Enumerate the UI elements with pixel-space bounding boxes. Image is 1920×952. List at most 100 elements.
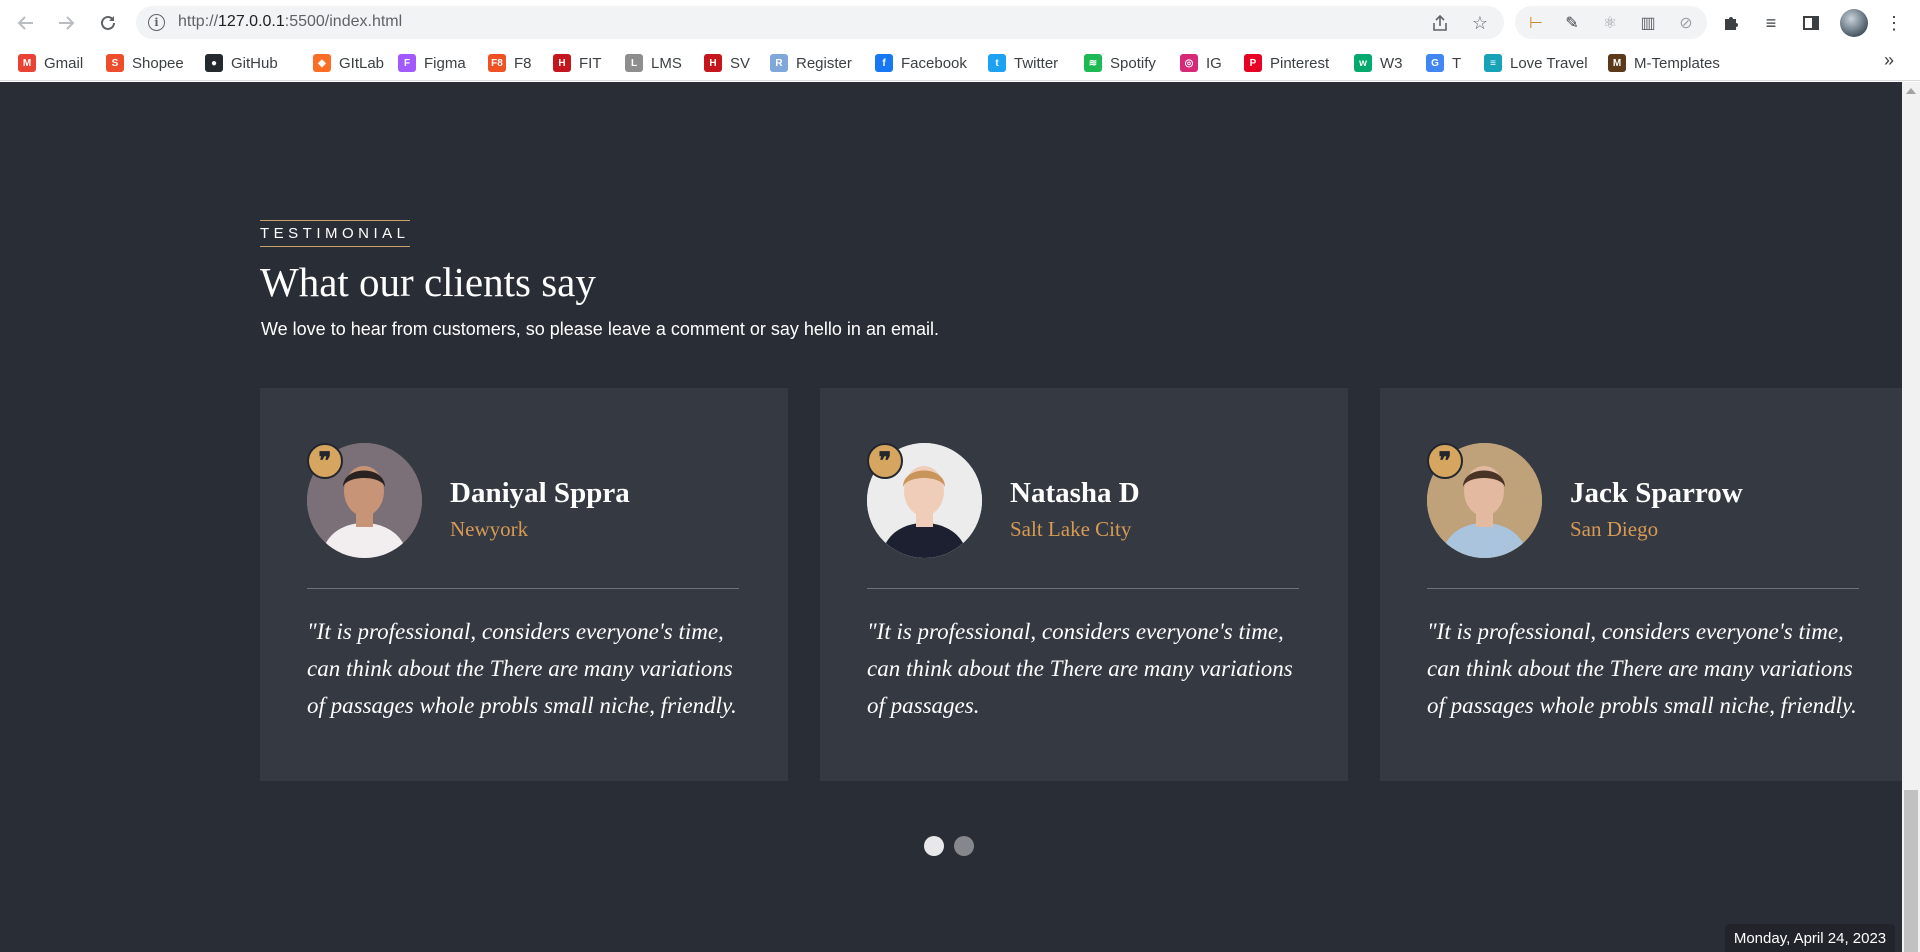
extension-compass-icon[interactable]: ⊘: [1675, 12, 1697, 34]
scrollbar-thumb[interactable]: [1904, 790, 1918, 952]
quote-mark-icon: ❞: [1427, 443, 1463, 479]
spotify-icon: ≋: [1084, 54, 1102, 72]
section-eyebrow: TESTIMONIAL: [260, 220, 410, 247]
register-icon: R: [770, 54, 788, 72]
bookmark-label: T: [1452, 54, 1462, 72]
bookmark-label: Facebook: [901, 54, 967, 72]
scroll-up-arrow-icon[interactable]: [1906, 88, 1916, 94]
bookmark-github[interactable]: ● GitHub: [205, 52, 278, 74]
client-city: Salt Lake City: [1010, 517, 1132, 541]
github-icon: ●: [205, 54, 223, 72]
client-name: Jack Sparrow: [1570, 477, 1743, 509]
figma-icon: F: [398, 54, 416, 72]
extension-json-icon[interactable]: ▥: [1637, 12, 1659, 34]
section-subheading: We love to hear from customers, so pleas…: [261, 319, 939, 339]
bookmark-w3schools[interactable]: w W3: [1354, 52, 1403, 74]
more-bookmarks-chevron-icon[interactable]: »: [1884, 50, 1894, 71]
section-heading: What our clients say: [260, 259, 596, 305]
card-divider: [307, 588, 739, 589]
bookmark-lms[interactable]: L LMS: [625, 52, 682, 74]
bookmark-facebook[interactable]: f Facebook: [875, 52, 967, 74]
testimonial-quote: "It is professional, considers everyone'…: [867, 619, 1293, 718]
bookmark-spotify[interactable]: ≋ Spotify: [1084, 52, 1156, 74]
share-icon[interactable]: [1430, 13, 1450, 33]
extensions-group: ⊢ ✎ ⚛ ▥ ⊘: [1515, 6, 1707, 39]
extension-ruler-icon[interactable]: ⊢: [1525, 12, 1547, 34]
address-bar[interactable]: i http://127.0.0.1:5500/index.html ☆: [136, 6, 1504, 39]
client-city: San Diego: [1570, 517, 1659, 541]
w3schools-icon: w: [1354, 54, 1372, 72]
testimonial-quote: "It is professional, considers everyone'…: [1427, 619, 1857, 718]
sv-icon: H: [704, 54, 722, 72]
translate-icon: G: [1426, 54, 1444, 72]
bookmark-love-travel[interactable]: ≡ Love Travel: [1484, 52, 1588, 74]
back-arrow-icon[interactable]: [12, 9, 40, 37]
bookmark-label: Shopee: [132, 54, 184, 72]
bookmark-gitlab[interactable]: ◆ GItLab: [313, 52, 384, 74]
bookmark-gmail[interactable]: M Gmail: [18, 52, 83, 74]
bookmarks-bar: M Gmail S Shopee ● GitHub ◆ GItLab F Figma F8 F8 H FI…: [0, 45, 1920, 81]
f8-icon: F8: [488, 54, 506, 72]
bookmark-figma[interactable]: F Figma: [398, 52, 466, 74]
bookmark-f8[interactable]: F8 F8: [488, 52, 532, 74]
love-travel-icon: ≡: [1484, 54, 1502, 72]
url-text[interactable]: http://127.0.0.1:5500/index.html: [178, 13, 402, 31]
bookmark-m-templates[interactable]: M M-Templates: [1608, 52, 1720, 74]
bookmark-twitter[interactable]: t Twitter: [988, 52, 1058, 74]
taskbar-date: Monday, April 24, 2023: [1725, 924, 1895, 952]
extensions-puzzle-icon[interactable]: [1719, 11, 1743, 35]
bookmark-label: Spotify: [1110, 54, 1156, 72]
bookmark-label: Register: [796, 54, 852, 72]
bookmark-label: F8: [514, 54, 532, 72]
bookmark-label: SV: [730, 54, 751, 72]
bookmark-fit[interactable]: H FIT: [553, 52, 602, 74]
bookmark-label: GItLab: [339, 54, 385, 72]
bookmark-label: Gmail: [44, 54, 84, 72]
carousel-dot[interactable]: [954, 836, 974, 856]
bookmark-label: FIT: [579, 54, 602, 72]
carousel-dot[interactable]: [924, 836, 944, 856]
bookmark-label: M-Templates: [1634, 54, 1720, 72]
forward-arrow-icon[interactable]: [52, 9, 80, 37]
instagram-icon: ◎: [1180, 54, 1198, 72]
lms-icon: L: [625, 54, 643, 72]
shopee-icon: S: [106, 54, 124, 72]
browser-toolbar: i http://127.0.0.1:5500/index.html ☆ ⊢ ✎…: [0, 0, 1920, 45]
bookmark-label: IG: [1206, 54, 1222, 72]
bookmark-label: Love Travel: [1510, 54, 1588, 72]
bookmark-label: LMS: [651, 54, 682, 72]
extension-react-icon[interactable]: ⚛: [1599, 12, 1621, 34]
bookmark-label: GitHub: [231, 54, 278, 72]
bookmark-instagram[interactable]: ◎ IG: [1180, 52, 1222, 74]
reload-icon[interactable]: [94, 9, 122, 37]
bookmark-translate[interactable]: GT: [1426, 52, 1461, 74]
bookmark-label: Pinterest: [1270, 54, 1330, 72]
quote-mark-icon: ❞: [307, 443, 343, 479]
bookmark-shopee[interactable]: S Shopee: [106, 52, 184, 74]
testimonial-section: TESTIMONIAL What our clients say We love…: [0, 82, 1902, 952]
gmail-icon: M: [18, 54, 36, 72]
testimonial-card: ❞ Daniyal Sppra Newyork "It is professio…: [260, 388, 788, 781]
reading-list-icon[interactable]: ≡: [1759, 11, 1783, 35]
facebook-icon: f: [875, 54, 893, 72]
bookmark-register[interactable]: R Register: [770, 52, 852, 74]
card-divider: [1427, 588, 1859, 589]
testimonial-card: ❞ Jack Sparrow San Diego "It is professi…: [1380, 388, 1902, 781]
bookmark-sv[interactable]: H SV: [704, 52, 750, 74]
m-templates-icon: M: [1608, 54, 1626, 72]
quote-mark-icon: ❞: [867, 443, 903, 479]
testimonial-card: ❞ Natasha D Salt Lake City "It is profes…: [820, 388, 1348, 781]
gitlab-icon: ◆: [313, 54, 331, 72]
side-panel-icon[interactable]: [1799, 11, 1823, 35]
site-info-icon[interactable]: i: [148, 14, 165, 31]
twitter-icon: t: [988, 54, 1006, 72]
extension-colorpicker-icon[interactable]: ✎: [1561, 12, 1583, 34]
bookmark-pinterest[interactable]: P Pinterest: [1244, 52, 1329, 74]
testimonial-quote: "It is professional, considers everyone'…: [307, 619, 737, 718]
bookmark-label: Figma: [424, 54, 466, 72]
profile-avatar[interactable]: [1840, 9, 1868, 37]
browser-menu-icon[interactable]: ⋮: [1882, 11, 1906, 35]
client-name: Natasha D: [1010, 477, 1140, 509]
bookmark-star-icon[interactable]: ☆: [1470, 13, 1490, 33]
bookmark-label: Twitter: [1014, 54, 1059, 72]
